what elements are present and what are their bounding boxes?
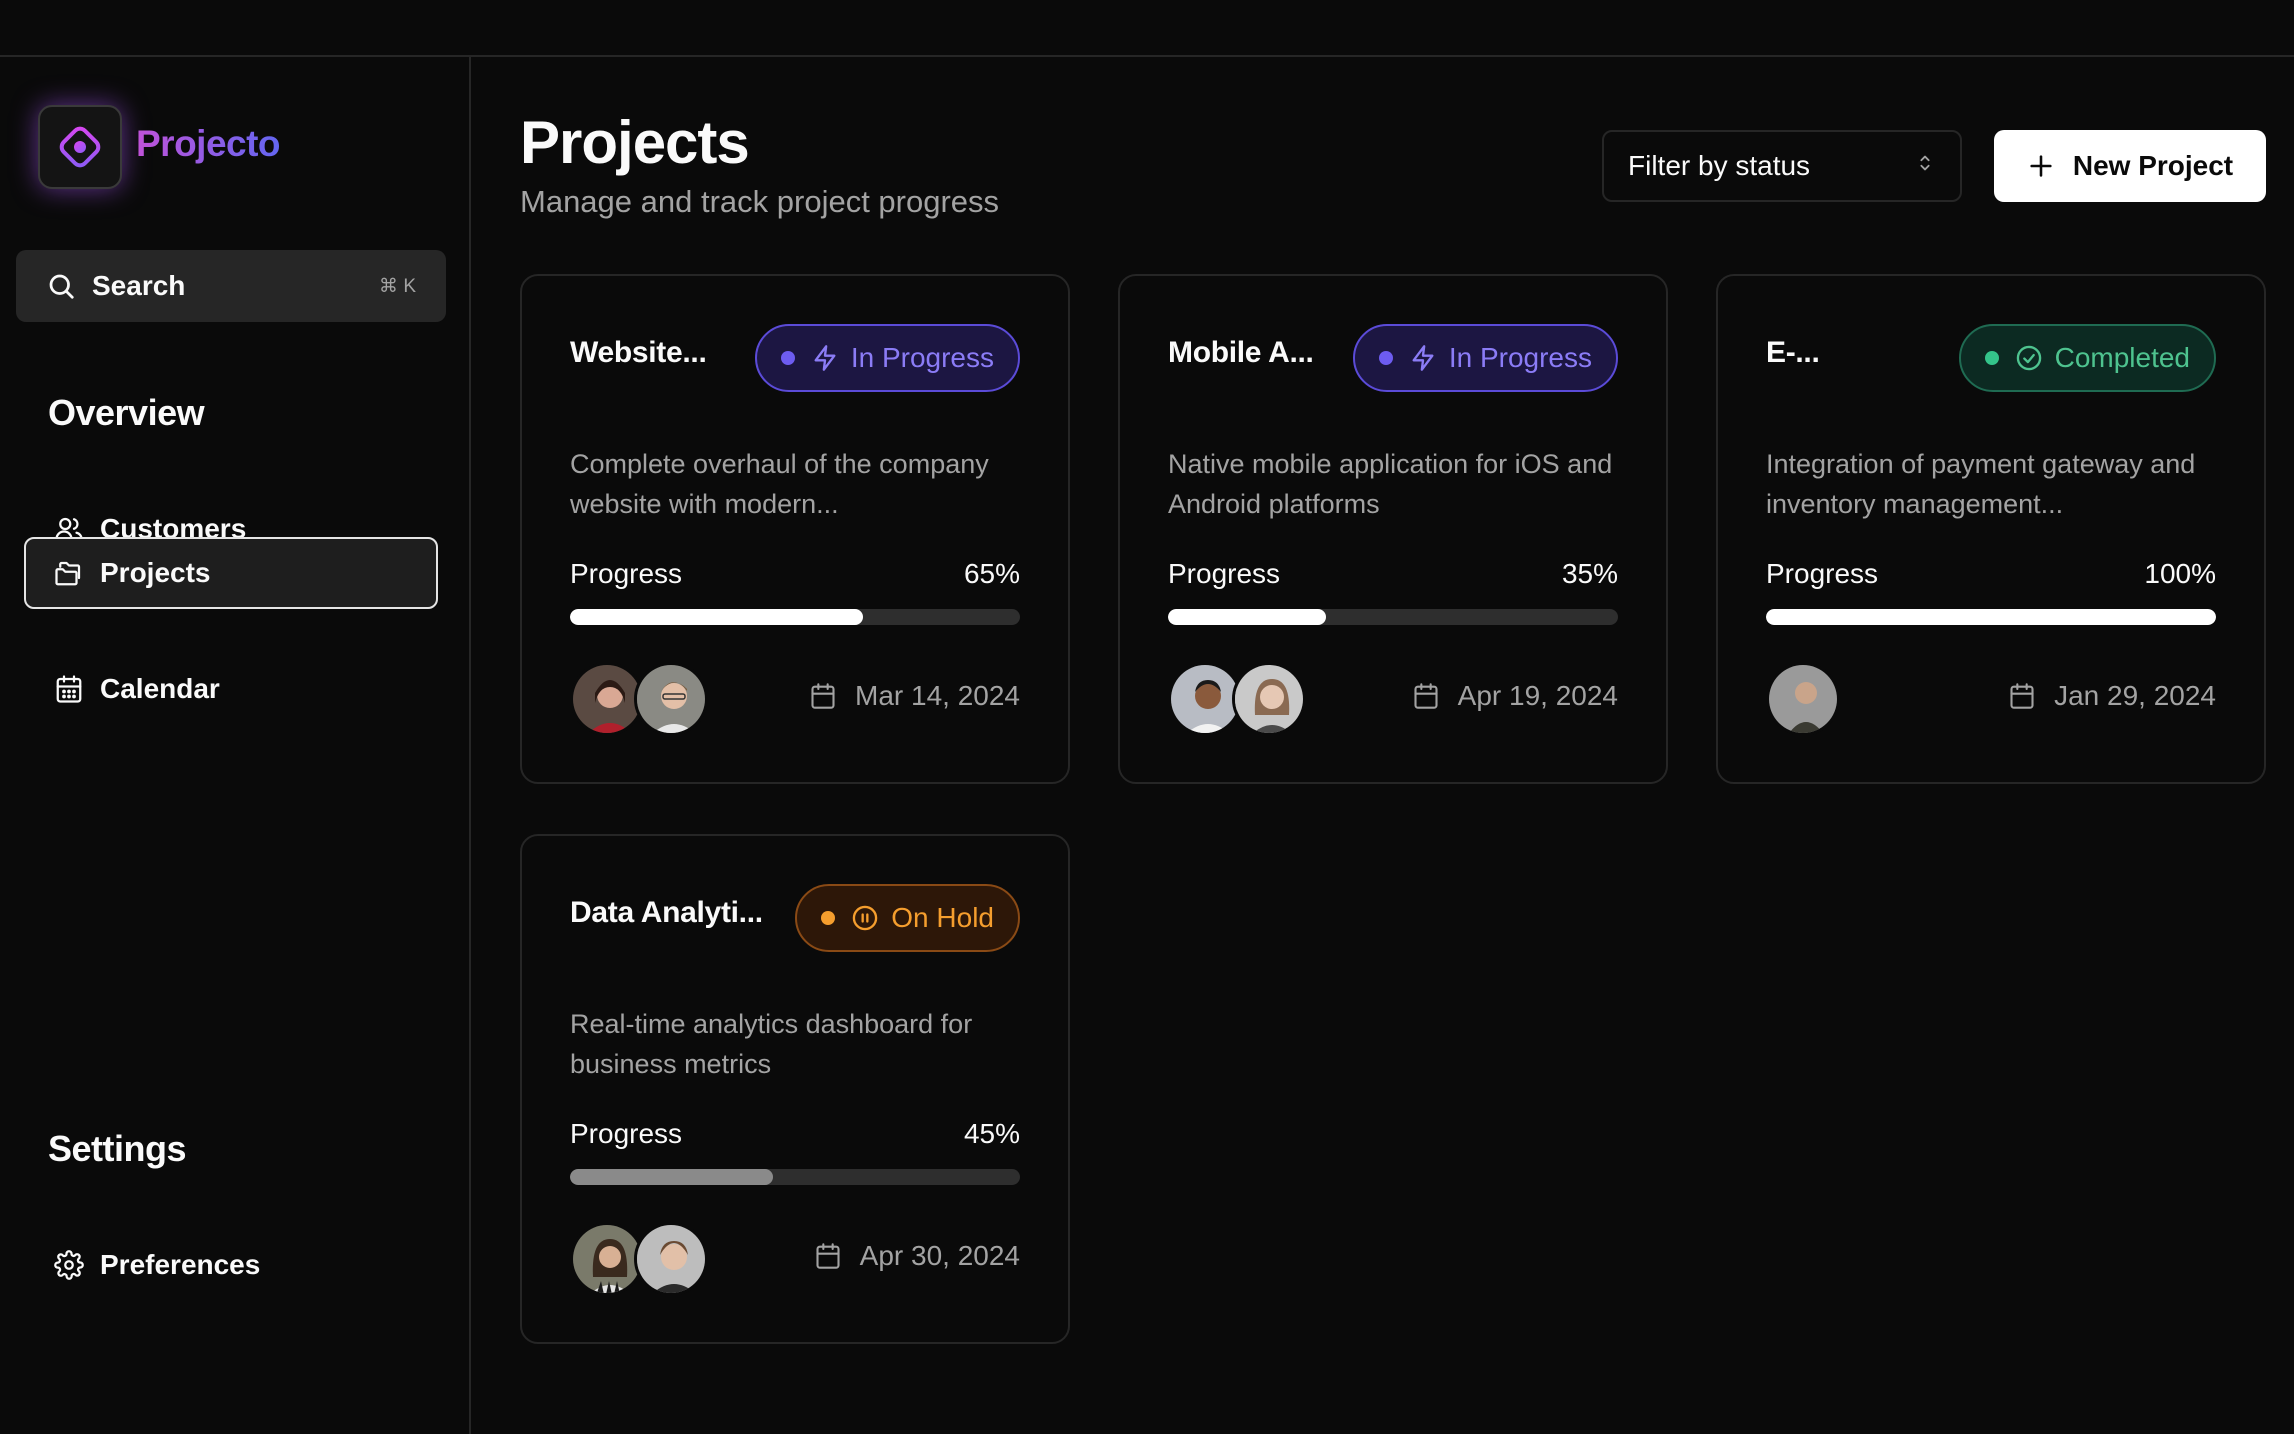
progress-value: 65% xyxy=(963,558,1020,589)
due-date-text: Apr 30, 2024 xyxy=(859,1240,1020,1271)
sidebar-item-label: Calendar xyxy=(100,673,220,704)
avatar[interactable] xyxy=(1168,662,1242,736)
progress-fill xyxy=(570,609,863,625)
page-title: Projects xyxy=(520,109,750,176)
sidebar-item-projects[interactable]: Projects xyxy=(24,537,438,609)
status-label: In Progress xyxy=(1448,342,1592,373)
avatar[interactable] xyxy=(570,1222,644,1296)
project-description: Real-time analytics dashboard for busine… xyxy=(570,1009,973,1079)
status-dot xyxy=(821,911,836,925)
sidebar-item-calendar[interactable]: Calendar xyxy=(24,653,438,725)
avatar-group xyxy=(1168,662,1306,738)
progress-bar xyxy=(1168,609,1618,625)
top-bar xyxy=(0,0,2294,57)
chevron-up-down-icon xyxy=(1914,150,1936,183)
project-description: Integration of payment gateway and inven… xyxy=(1766,449,2196,519)
due-date-text: Apr 19, 2024 xyxy=(1457,680,1618,711)
folder-icon xyxy=(55,561,81,586)
status-label: On Hold xyxy=(891,902,994,933)
progress-label: Progress xyxy=(570,558,683,589)
project-title: E-... xyxy=(1766,336,1820,369)
progress-fill xyxy=(1168,609,1326,625)
status-dot xyxy=(780,351,795,365)
page-subtitle: Manage and track project progress xyxy=(520,184,1000,219)
avatar[interactable] xyxy=(1232,662,1306,736)
settings-heading: Settings xyxy=(48,1128,187,1169)
sidebar-item-label: Preferences xyxy=(100,1249,261,1280)
pause-circle-icon xyxy=(851,904,879,932)
due-date-text: Mar 14, 2024 xyxy=(855,680,1020,711)
avatar[interactable] xyxy=(570,662,644,736)
sidebar-item-preferences[interactable]: Preferences xyxy=(24,1229,438,1301)
progress-label: Progress xyxy=(1168,558,1281,589)
new-project-button[interactable]: New Project xyxy=(1994,130,2266,202)
avatar-group xyxy=(570,662,708,738)
status-badge: In Progress xyxy=(1352,324,1618,392)
calendar-icon xyxy=(814,1242,842,1270)
progress-bar xyxy=(570,1169,1020,1185)
avatar[interactable] xyxy=(1766,662,1840,736)
due-date: Jan 29, 2024 xyxy=(2008,680,2216,712)
zap-icon xyxy=(1409,344,1437,372)
status-dot xyxy=(1378,351,1393,365)
status-badge: Completed xyxy=(1958,324,2216,392)
search-label: Search xyxy=(92,270,186,301)
progress-value: 35% xyxy=(1561,558,1618,589)
progress-bar xyxy=(570,609,1020,625)
progress-bar xyxy=(1766,609,2216,625)
project-description: Complete overhaul of the company website… xyxy=(570,449,989,519)
project-card[interactable]: Mobile A... In Progress Native mobile ap… xyxy=(1118,274,1668,784)
status-filter-select[interactable]: Filter by status xyxy=(1602,130,1962,202)
project-title: Mobile A... xyxy=(1168,336,1314,369)
progress-value: 100% xyxy=(2144,558,2216,589)
search-button[interactable]: Search ⌘ K xyxy=(16,250,446,322)
progress-value: 45% xyxy=(963,1118,1020,1149)
sidebar: Projecto Search ⌘ K Overview Customers P… xyxy=(0,57,471,1434)
check-circle-icon xyxy=(2015,344,2043,372)
search-icon xyxy=(49,274,74,299)
avatar[interactable] xyxy=(634,1222,708,1296)
avatar-group xyxy=(570,1222,708,1298)
plus-icon xyxy=(2027,152,2055,180)
project-card[interactable]: E-... Completed Integration of payment g… xyxy=(1716,274,2266,784)
progress-label: Progress xyxy=(570,1118,683,1149)
status-dot xyxy=(1984,351,1999,365)
avatar[interactable] xyxy=(634,662,708,736)
logo[interactable] xyxy=(38,105,122,189)
status-label: Completed xyxy=(2054,342,2190,373)
filter-label: Filter by status xyxy=(1628,150,1811,181)
new-project-label: New Project xyxy=(2072,150,2234,181)
calendar-icon xyxy=(809,682,837,710)
status-badge: In Progress xyxy=(754,324,1020,392)
due-date-text: Jan 29, 2024 xyxy=(2054,680,2216,711)
project-card[interactable]: Website... In Progress Complete overhaul… xyxy=(520,274,1070,784)
due-date: Apr 19, 2024 xyxy=(1412,680,1618,712)
sidebar-item-label: Projects xyxy=(100,557,211,588)
status-label: In Progress xyxy=(850,342,994,373)
project-card[interactable]: Data Analyti... On Hold Real-time analyt… xyxy=(520,834,1070,1344)
project-description: Native mobile application for iOS and An… xyxy=(1168,449,1613,519)
zap-icon xyxy=(811,344,839,372)
project-title: Data Analyti... xyxy=(570,896,763,929)
due-date: Mar 14, 2024 xyxy=(809,680,1020,712)
status-badge: On Hold xyxy=(795,884,1020,952)
brand-name: Projecto xyxy=(136,123,281,164)
progress-fill xyxy=(1766,609,2216,625)
logo-icon xyxy=(59,126,101,168)
calendar-icon xyxy=(1412,682,1440,710)
gear-icon xyxy=(54,1250,84,1280)
progress-label: Progress xyxy=(1766,558,1879,589)
due-date: Apr 30, 2024 xyxy=(814,1240,1020,1272)
project-title: Website... xyxy=(570,336,707,369)
calendar-icon xyxy=(56,675,82,703)
calendar-icon xyxy=(2008,682,2036,710)
avatar-group xyxy=(1766,662,1840,738)
progress-fill xyxy=(570,1169,773,1185)
search-shortcut: ⌘ K xyxy=(379,275,416,297)
overview-heading: Overview xyxy=(48,392,205,433)
